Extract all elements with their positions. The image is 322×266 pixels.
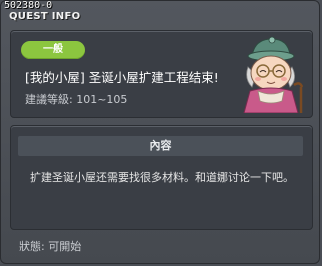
quest-name: [我的小屋] 圣诞小屋扩建工程结束! [25,70,219,85]
quest-content-panel: 內容 扩建圣诞小屋还需要找很多材料。和道娜讨论一下吧。 [10,125,313,230]
recommended-level: 建議等級: 101~105 [25,93,128,106]
quest-category-badge: 一般 [21,41,85,59]
quest-status: 狀態: 可開始 [19,240,82,253]
granny-npc-icon [243,36,304,113]
quest-info-window: 502380-0 QUEST INFO 一般 [我的小屋] 圣诞小屋扩建工程结束… [0,0,320,264]
content-section-header: 內容 [18,136,303,156]
quest-summary-panel: 一般 [我的小屋] 圣诞小屋扩建工程结束! 建議等級: 101~105 [10,30,313,118]
window-title: QUEST INFO [9,11,81,22]
quest-id-code: 502380-0 [4,0,53,11]
quest-description: 扩建圣诞小屋还需要找很多材料。和道娜讨论一下吧。 [30,171,294,184]
